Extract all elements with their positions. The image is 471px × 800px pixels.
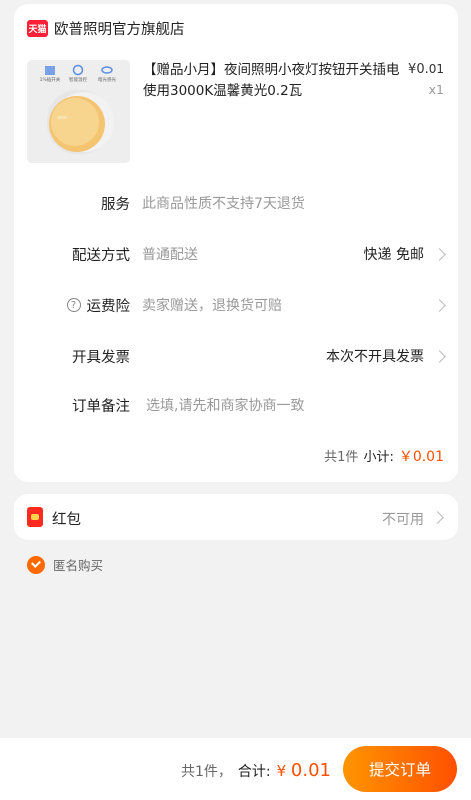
- service-row: 服务 此商品性质不支持7天退货: [14, 188, 458, 218]
- price-decimal: 01: [428, 62, 444, 76]
- checkmark-icon[interactable]: [27, 555, 45, 574]
- total-currency: ¥: [276, 762, 287, 780]
- order-total: 共1件， 合计: ¥ 0.01: [181, 760, 331, 781]
- invoice-value: 本次不开具发票: [326, 349, 424, 365]
- red-packet-value: 不可用: [382, 512, 424, 528]
- subtotal-count: 共1件: [324, 450, 359, 465]
- order-item-card: 天猫 欧普照明官方旗舰店 1%插开关 智能温控 暗光感光 【赠品小月】夜间照明小…: [14, 4, 458, 482]
- shipping-insurance-row[interactable]: ? 运费险 卖家赠送，退换货可赔: [14, 290, 458, 320]
- product-quantity: x1: [428, 82, 444, 97]
- delivery-label: 配送方式: [72, 247, 130, 264]
- remark-row[interactable]: 订单备注 选填,请先和商家协商一致: [14, 390, 458, 420]
- night-light-product-image: 1%插开关 智能温控 暗光感光: [27, 60, 130, 163]
- shipping-insurance-label: 运费险: [86, 298, 131, 315]
- image-label-1: 1%插开关: [40, 76, 61, 83]
- image-label-3: 暗光感光: [98, 76, 116, 83]
- subtotal: 共1件 小计: ￥0.01: [324, 446, 444, 466]
- store-header[interactable]: 天猫 欧普照明官方旗舰店: [27, 18, 185, 39]
- chevron-right-icon: [431, 511, 444, 524]
- price-integer: 0.: [416, 62, 429, 77]
- shipping-insurance-label-group: ? 运费险: [66, 295, 131, 316]
- red-packet-label: 红包: [52, 512, 81, 528]
- total-value: 0.01: [290, 760, 331, 781]
- chevron-right-icon: [433, 349, 446, 363]
- submit-order-button[interactable]: 提交订单: [343, 746, 457, 792]
- total-amount: ¥ 0.01: [277, 760, 331, 781]
- product-image[interactable]: 1%插开关 智能温控 暗光感光: [27, 60, 130, 163]
- store-name[interactable]: 欧普照明官方旗舰店: [54, 18, 185, 39]
- delivery-row[interactable]: 配送方式 普通配送 快递 免邮: [14, 239, 458, 269]
- chevron-right-icon: [433, 298, 446, 312]
- service-value: 此商品性质不支持7天退货: [142, 196, 305, 212]
- delivery-value: 普通配送: [142, 247, 198, 263]
- tmall-logo-icon: 天猫: [27, 20, 48, 37]
- product-price: ¥0.01: [408, 62, 444, 77]
- remark-input[interactable]: 选填,请先和商家协商一致: [146, 395, 304, 415]
- product-title[interactable]: 【赠品小月】夜间照明小夜灯按钮开关插电使用3000K温馨黄光0.2瓦: [143, 60, 405, 102]
- shipping-insurance-value: 卖家赠送，退换货可赔: [142, 298, 282, 314]
- red-packet-row[interactable]: 红包 不可用: [14, 494, 458, 540]
- subtotal-label: 小计:: [363, 450, 394, 465]
- total-count: 共1件，: [180, 764, 232, 780]
- question-icon[interactable]: ?: [66, 298, 81, 312]
- invoice-label: 开具发票: [72, 349, 130, 366]
- checkout-bar: 共1件， 合计: ¥ 0.01 提交订单: [0, 738, 471, 800]
- anonymous-purchase-label: 匿名购买: [53, 558, 104, 573]
- delivery-method: 快递 免邮: [363, 247, 424, 263]
- total-label: 合计:: [237, 764, 271, 780]
- service-label: 服务: [101, 196, 130, 213]
- chevron-right-icon: [433, 247, 446, 261]
- red-packet-icon: [27, 507, 43, 527]
- invoice-row[interactable]: 开具发票 本次不开具发票: [14, 341, 458, 371]
- remark-label: 订单备注: [72, 398, 130, 415]
- image-label-2: 智能温控: [69, 76, 87, 83]
- subtotal-value: ￥0.01: [398, 449, 444, 465]
- anonymous-purchase-toggle[interactable]: 匿名购买: [27, 555, 103, 574]
